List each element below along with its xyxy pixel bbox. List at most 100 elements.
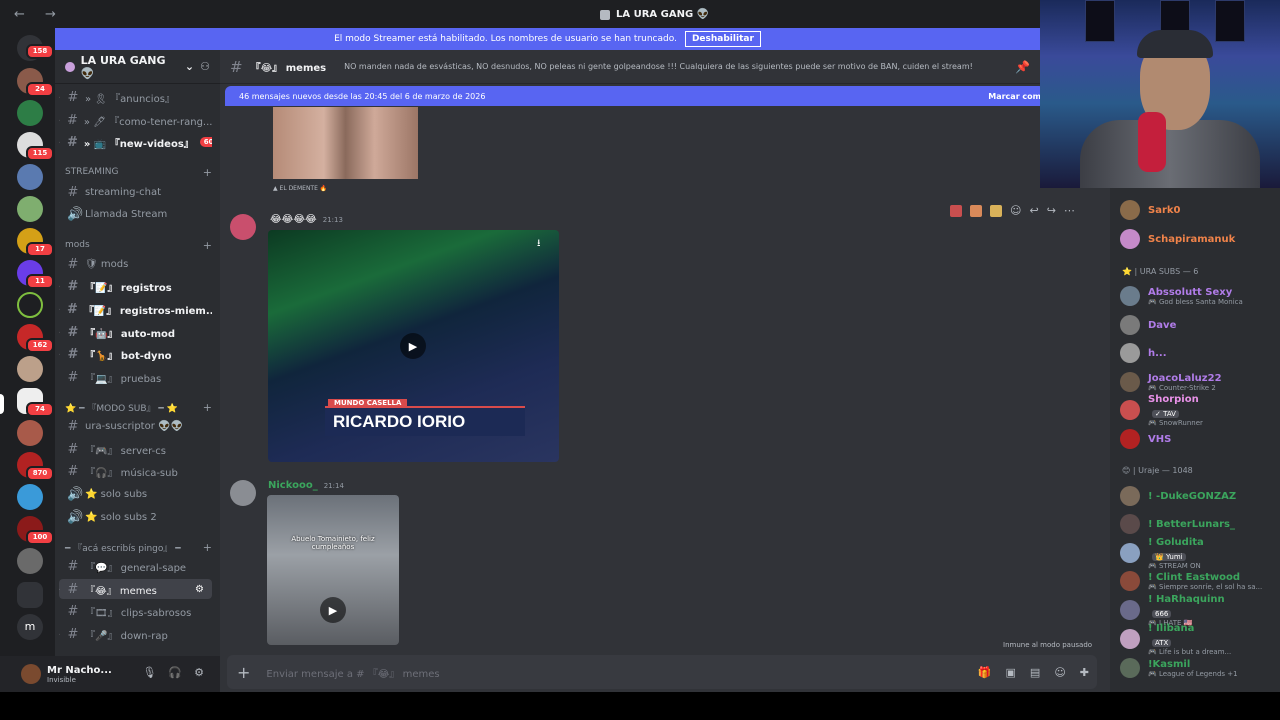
play-icon[interactable]: ▶: [320, 597, 346, 623]
sticker-icon[interactable]: ▤: [1030, 666, 1040, 679]
channel-item[interactable]: ▸ # » 🖊 『como-tener-rang...: [59, 110, 212, 130]
server-icon[interactable]: [17, 484, 43, 510]
channel-category[interactable]: STREAMING +: [65, 165, 212, 179]
member-item[interactable]: ! Goludita 👑 Yumi 🎮 STREAM ON: [1120, 537, 1280, 570]
channel-item[interactable]: 🔊 Llamada Stream: [59, 204, 212, 224]
video-attachment[interactable]: ⭳ ▶ MUNDO CASELLA RICARDO IORIO: [268, 230, 559, 462]
member-item[interactable]: ! BetterLunars_: [1120, 512, 1280, 536]
new-messages-bar[interactable]: 46 mensajes nuevos desde las 20:45 del 6…: [225, 86, 1045, 106]
channel-item[interactable]: # 🛡 mods: [59, 254, 212, 274]
plus-icon[interactable]: +: [203, 166, 212, 179]
gift-icon[interactable]: 🎁: [978, 666, 992, 679]
message-author[interactable]: Nickooo_: [268, 480, 318, 491]
gear-icon[interactable]: ⚙: [191, 583, 208, 596]
user-info[interactable]: Mr Nacho... Invisible: [47, 665, 112, 684]
channel-item[interactable]: 🔊 ⭐ solo subs 2: [59, 507, 212, 527]
channel-item[interactable]: # 『🎧』 música-sub: [59, 461, 212, 481]
channel-item[interactable]: ▸ # 『📝』 registros-miem...: [59, 299, 212, 319]
avatar[interactable]: [230, 214, 256, 240]
plus-icon[interactable]: +: [237, 663, 250, 682]
headphones-icon[interactable]: 🎧: [168, 666, 182, 679]
member-item[interactable]: Shorpion ✓ TAV 🎮 SnowRunner: [1120, 394, 1280, 427]
channel-category[interactable]: ━ 『acá escribís pingo』 ━ +: [65, 540, 212, 554]
server-icon[interactable]: [17, 420, 43, 446]
member-item[interactable]: !Kasmil 🎮 League of Legends +1: [1120, 656, 1280, 680]
member-item[interactable]: ! -DukeGONZAZ: [1120, 484, 1280, 508]
server-header[interactable]: LA URA GANG 👽 ⌄ ⚇: [55, 50, 220, 84]
image-attachment[interactable]: [273, 107, 418, 179]
member-item[interactable]: ! Clint Eastwood 🎮 Siempre sonríe, el sol…: [1120, 569, 1280, 593]
reaction-icon[interactable]: [990, 204, 1002, 217]
mark-read-button[interactable]: Marcar com: [988, 92, 1041, 101]
member-item[interactable]: Schapiramanuk: [1120, 227, 1280, 251]
reply-icon[interactable]: ↩: [1029, 204, 1038, 217]
add-user-icon[interactable]: ⚇: [200, 60, 210, 73]
apps-icon[interactable]: ✚: [1080, 666, 1089, 679]
channel-item[interactable]: 🔊 ⭐ solo subs: [59, 484, 212, 504]
member-item[interactable]: Sark0: [1120, 198, 1280, 222]
server-icon[interactable]: [17, 164, 43, 190]
pin-icon[interactable]: 📌: [1015, 60, 1030, 74]
channel-item[interactable]: # 『💬』 general-sape: [59, 556, 212, 576]
plus-icon[interactable]: +: [203, 239, 212, 252]
channel-item[interactable]: ▸ # 『😂』 memes ⚙: [59, 579, 212, 599]
plus-icon[interactable]: +: [203, 541, 212, 554]
microphone-icon[interactable]: 🎙: [142, 666, 156, 679]
channel-label: 『🤖』 auto-mod: [85, 328, 176, 340]
channel-item[interactable]: # 『🎮』 server-cs: [59, 439, 212, 459]
forward-icon[interactable]: ↪: [1047, 204, 1056, 217]
reaction-icon[interactable]: [950, 204, 962, 217]
disable-streamer-button[interactable]: Deshabilitar: [684, 31, 761, 47]
more-icon[interactable]: ⋯: [1064, 204, 1075, 217]
member-item[interactable]: JoacoLaluz22 🎮 Counter-Strike 2: [1120, 370, 1280, 394]
avatar: [1120, 372, 1140, 392]
server-icon[interactable]: [17, 356, 43, 382]
message-input[interactable]: Enviar mensaje a # 『😂』 memes: [266, 665, 439, 680]
channel-item[interactable]: ▸ # 『🤖』 auto-mod: [59, 322, 212, 342]
member-item[interactable]: ! Ilibana ATX 🎮 Life is but a dream...: [1120, 623, 1280, 656]
nav-arrows[interactable]: ← →: [14, 7, 64, 22]
member-item[interactable]: Abssolutt Sexy 🎮 God bless Santa Monica: [1120, 284, 1280, 308]
reaction-icon[interactable]: [970, 204, 982, 217]
member-name: ! BetterLunars_: [1148, 518, 1235, 530]
message-author[interactable]: 😂😂😂😂: [270, 214, 317, 225]
channel-item[interactable]: ▸ # » 📺 『new-videos』 60: [59, 132, 212, 152]
channel-item[interactable]: # ura-suscriptor 👽👽: [59, 416, 212, 436]
channel-item[interactable]: # 『🎞』 clips-sabrosos: [59, 601, 212, 621]
member-group-header: ⭐ | URA SUBS — 6: [1122, 267, 1199, 276]
m-server-icon[interactable]: m: [17, 614, 43, 640]
server-icon[interactable]: [17, 548, 43, 574]
channel-item[interactable]: # streaming-chat: [59, 182, 212, 202]
member-item[interactable]: Dave: [1120, 313, 1280, 337]
channel-label: 『🦒』 bot-dyno: [85, 350, 172, 362]
server-icon[interactable]: [17, 100, 43, 126]
download-icon[interactable]: ⭳: [537, 236, 551, 250]
gif-icon[interactable]: ▣: [1006, 666, 1016, 679]
channel-category[interactable]: ⭐ ━ 『MODO SUB』 ━ ⭐ +: [65, 400, 212, 414]
server-icon[interactable]: [17, 196, 43, 222]
gear-icon[interactable]: ⚙: [194, 666, 204, 679]
channel-name: 『😂』 memes: [250, 63, 327, 74]
emoji-icon[interactable]: ☺: [1054, 666, 1065, 679]
avatar[interactable]: [21, 664, 41, 684]
member-item[interactable]: h...: [1120, 341, 1280, 365]
channel-item[interactable]: ▸ # 『🎤』 down-rap: [59, 624, 212, 644]
add-reaction-icon[interactable]: ☺: [1010, 204, 1021, 217]
plus-icon[interactable]: +: [203, 401, 212, 414]
channel-category[interactable]: mods +: [65, 238, 212, 252]
channel-item[interactable]: # 『💻』 pruebas: [59, 367, 212, 387]
server-icon[interactable]: [17, 292, 43, 318]
channel-topic[interactable]: NO manden nada de esvásticas, NO desnudo…: [344, 62, 984, 71]
member-item[interactable]: ! HaRhaquinn 666 🎮 I HATE 🇺🇸: [1120, 594, 1280, 627]
folder-icon[interactable]: [17, 582, 43, 608]
message-time: 21:14: [323, 482, 344, 490]
channel-label: Llamada Stream: [85, 208, 168, 220]
channel-item[interactable]: ▸ # 『🦒』 bot-dyno: [59, 344, 212, 364]
channel-item[interactable]: ▸ # » 🎗 『anuncios』: [59, 87, 212, 107]
composer-icons: 🎁 ▣ ▤ ☺ ✚: [978, 666, 1089, 679]
channel-item[interactable]: ▸ # 『📝』 registros: [59, 276, 212, 296]
play-icon[interactable]: ▶: [400, 333, 426, 359]
video-attachment[interactable]: Abuelo Tomainieto, feliz cumpleaños ▶: [267, 495, 399, 645]
member-item[interactable]: VHS: [1120, 427, 1280, 451]
avatar[interactable]: [230, 480, 256, 506]
